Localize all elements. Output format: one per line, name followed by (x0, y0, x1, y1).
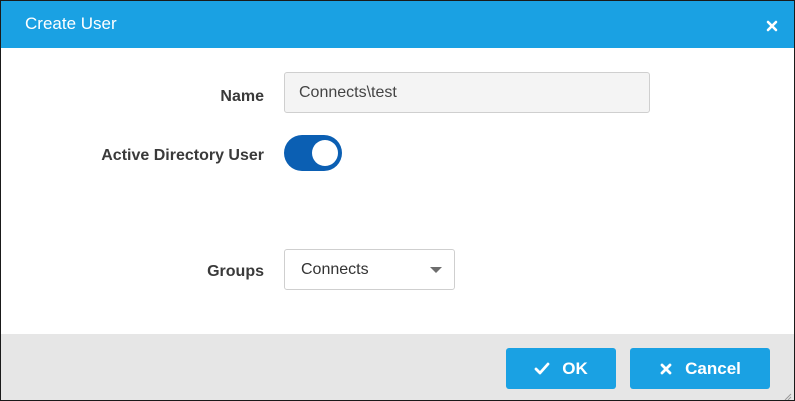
toggle-knob (312, 140, 338, 166)
create-user-dialog: Create User Name Active Directory User G… (0, 0, 795, 401)
ok-button[interactable]: OK (506, 348, 616, 389)
active-directory-toggle[interactable] (284, 135, 342, 171)
dialog-titlebar: Create User (1, 1, 794, 48)
resize-grip-icon[interactable] (782, 388, 792, 400)
dialog-title: Create User (25, 14, 117, 33)
groups-selected-value: Connects (301, 261, 369, 278)
close-icon (659, 362, 673, 376)
groups-label: Groups (207, 263, 264, 280)
check-icon (534, 362, 550, 376)
name-label: Name (220, 88, 264, 105)
dialog-footer: OK Cancel (1, 334, 794, 400)
groups-select[interactable]: Connects (284, 249, 455, 290)
dialog-body: Name Active Directory User Groups Connec… (1, 48, 794, 334)
ok-label: OK (562, 358, 588, 378)
chevron-down-icon (430, 267, 442, 273)
cancel-button[interactable]: Cancel (630, 348, 770, 389)
name-input[interactable] (284, 72, 650, 113)
close-icon[interactable] (764, 18, 780, 34)
active-directory-label: Active Directory User (101, 147, 264, 164)
cancel-label: Cancel (685, 358, 741, 378)
